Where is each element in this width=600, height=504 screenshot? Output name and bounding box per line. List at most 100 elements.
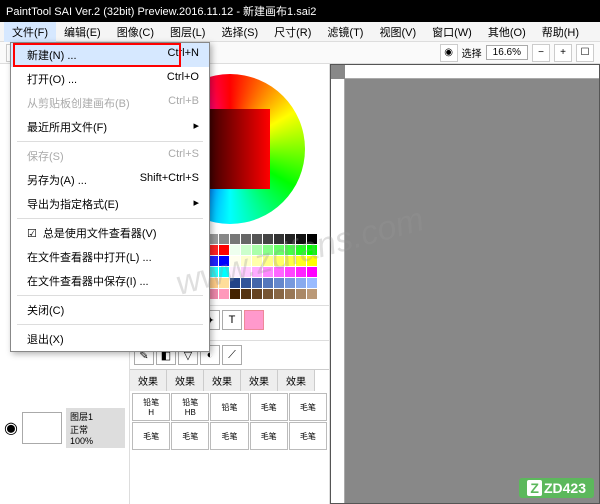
color-preview[interactable]: [244, 310, 264, 330]
color-swatch[interactable]: [307, 289, 317, 299]
color-swatch[interactable]: [230, 289, 240, 299]
color-swatch[interactable]: [230, 245, 240, 255]
menu-item[interactable]: 编辑(E): [56, 22, 109, 42]
brush-tab[interactable]: 效果: [241, 370, 278, 391]
color-swatch[interactable]: [241, 267, 251, 277]
menu-item[interactable]: 文件(F): [4, 22, 56, 42]
color-swatch[interactable]: [307, 278, 317, 288]
color-swatch[interactable]: [274, 256, 284, 266]
color-swatch[interactable]: [285, 278, 295, 288]
menu-item[interactable]: ☑总是使用文件查看器(V): [11, 221, 209, 245]
color-swatch[interactable]: [307, 245, 317, 255]
color-swatch[interactable]: [230, 256, 240, 266]
visibility-icon[interactable]: ◉: [4, 418, 18, 438]
brush-preset[interactable]: 毛笔: [250, 393, 288, 421]
menu-item[interactable]: 选择(S): [213, 22, 266, 42]
color-swatch[interactable]: [252, 245, 262, 255]
menu-item[interactable]: 尺寸(R): [266, 22, 319, 42]
brush-tab[interactable]: 效果: [204, 370, 241, 391]
color-swatch[interactable]: [296, 267, 306, 277]
zoom-in-button[interactable]: +: [554, 44, 572, 62]
brush-preset[interactable]: 铅笔: [210, 393, 248, 421]
color-swatch[interactable]: [274, 245, 284, 255]
brush-preset[interactable]: 毛笔: [289, 422, 327, 450]
color-swatch[interactable]: [219, 256, 229, 266]
color-swatch[interactable]: [285, 256, 295, 266]
color-swatch[interactable]: [230, 234, 240, 244]
text-tool-icon[interactable]: T: [222, 310, 242, 330]
brush-preset[interactable]: 毛笔: [171, 422, 209, 450]
brush-tab[interactable]: 效果: [278, 370, 315, 391]
color-swatch[interactable]: [296, 245, 306, 255]
menu-item[interactable]: 窗口(W): [424, 22, 480, 42]
color-swatch[interactable]: [263, 245, 273, 255]
color-swatch[interactable]: [252, 278, 262, 288]
menu-item[interactable]: 最近所用文件(F)▸: [11, 115, 209, 139]
color-swatch[interactable]: [219, 245, 229, 255]
zoom-level[interactable]: 16.6%: [486, 45, 528, 60]
menu-item[interactable]: 另存为(A) ...Shift+Ctrl+S: [11, 168, 209, 192]
menu-item[interactable]: 图层(L): [162, 22, 213, 42]
color-swatch[interactable]: [285, 289, 295, 299]
menu-item[interactable]: 导出为指定格式(E)▸: [11, 192, 209, 216]
color-swatch[interactable]: [252, 234, 262, 244]
brush-tab[interactable]: 效果: [130, 370, 167, 391]
color-swatch[interactable]: [307, 234, 317, 244]
color-swatch[interactable]: [241, 245, 251, 255]
color-swatch[interactable]: [274, 267, 284, 277]
canvas-area[interactable]: [330, 64, 600, 504]
color-swatch[interactable]: [219, 289, 229, 299]
color-swatch[interactable]: [274, 278, 284, 288]
eye-icon[interactable]: ◉: [440, 44, 458, 62]
menu-item[interactable]: 其他(O): [480, 22, 534, 42]
color-swatch[interactable]: [241, 234, 251, 244]
brush-preset[interactable]: 铅笔HB: [171, 393, 209, 421]
color-swatch[interactable]: [219, 278, 229, 288]
color-swatch[interactable]: [285, 267, 295, 277]
color-swatch[interactable]: [219, 267, 229, 277]
menu-item[interactable]: 帮助(H): [534, 22, 587, 42]
brush-tab[interactable]: 效果: [167, 370, 204, 391]
color-swatch[interactable]: [263, 234, 273, 244]
color-swatch[interactable]: [296, 289, 306, 299]
eyedropper-icon[interactable]: ⟋: [222, 345, 242, 365]
menu-item[interactable]: 图像(C): [109, 22, 162, 42]
color-swatch[interactable]: [241, 289, 251, 299]
brush-preset[interactable]: 毛笔: [210, 422, 248, 450]
brush-preset[interactable]: 毛笔: [250, 422, 288, 450]
color-swatch[interactable]: [230, 278, 240, 288]
color-swatch[interactable]: [285, 234, 295, 244]
color-swatch[interactable]: [296, 278, 306, 288]
color-swatch[interactable]: [296, 256, 306, 266]
brush-preset[interactable]: 铅笔H: [132, 393, 170, 421]
color-swatch[interactable]: [241, 256, 251, 266]
color-swatch[interactable]: [230, 267, 240, 277]
menu-item[interactable]: 滤镜(T): [319, 22, 371, 42]
layer-row[interactable]: ◉ 图层1 正常 100%: [2, 406, 127, 450]
menu-item[interactable]: 新建(N) ...Ctrl+N: [11, 43, 209, 67]
color-swatch[interactable]: [252, 289, 262, 299]
menu-item[interactable]: 打开(O) ...Ctrl+O: [11, 67, 209, 91]
color-swatch[interactable]: [263, 278, 273, 288]
menu-item[interactable]: 在文件查看器中保存(I) ...: [11, 269, 209, 293]
color-swatch[interactable]: [285, 245, 295, 255]
menu-item[interactable]: 关闭(C): [11, 298, 209, 322]
brush-preset[interactable]: 毛笔: [289, 393, 327, 421]
color-swatch[interactable]: [263, 289, 273, 299]
color-swatch[interactable]: [296, 234, 306, 244]
zoom-fit-button[interactable]: ☐: [576, 44, 594, 62]
color-swatch[interactable]: [241, 278, 251, 288]
menu-item[interactable]: 退出(X): [11, 327, 209, 351]
color-swatch[interactable]: [274, 234, 284, 244]
color-swatch[interactable]: [307, 256, 317, 266]
layer-thumbnail[interactable]: [22, 412, 62, 444]
color-swatch[interactable]: [274, 289, 284, 299]
color-swatch[interactable]: [219, 234, 229, 244]
brush-preset[interactable]: 毛笔: [132, 422, 170, 450]
zoom-out-button[interactable]: −: [532, 44, 550, 62]
color-swatch[interactable]: [263, 267, 273, 277]
menu-item[interactable]: 在文件查看器中打开(L) ...: [11, 245, 209, 269]
color-swatch[interactable]: [307, 267, 317, 277]
color-swatch[interactable]: [252, 256, 262, 266]
menu-item[interactable]: 视图(V): [371, 22, 424, 42]
